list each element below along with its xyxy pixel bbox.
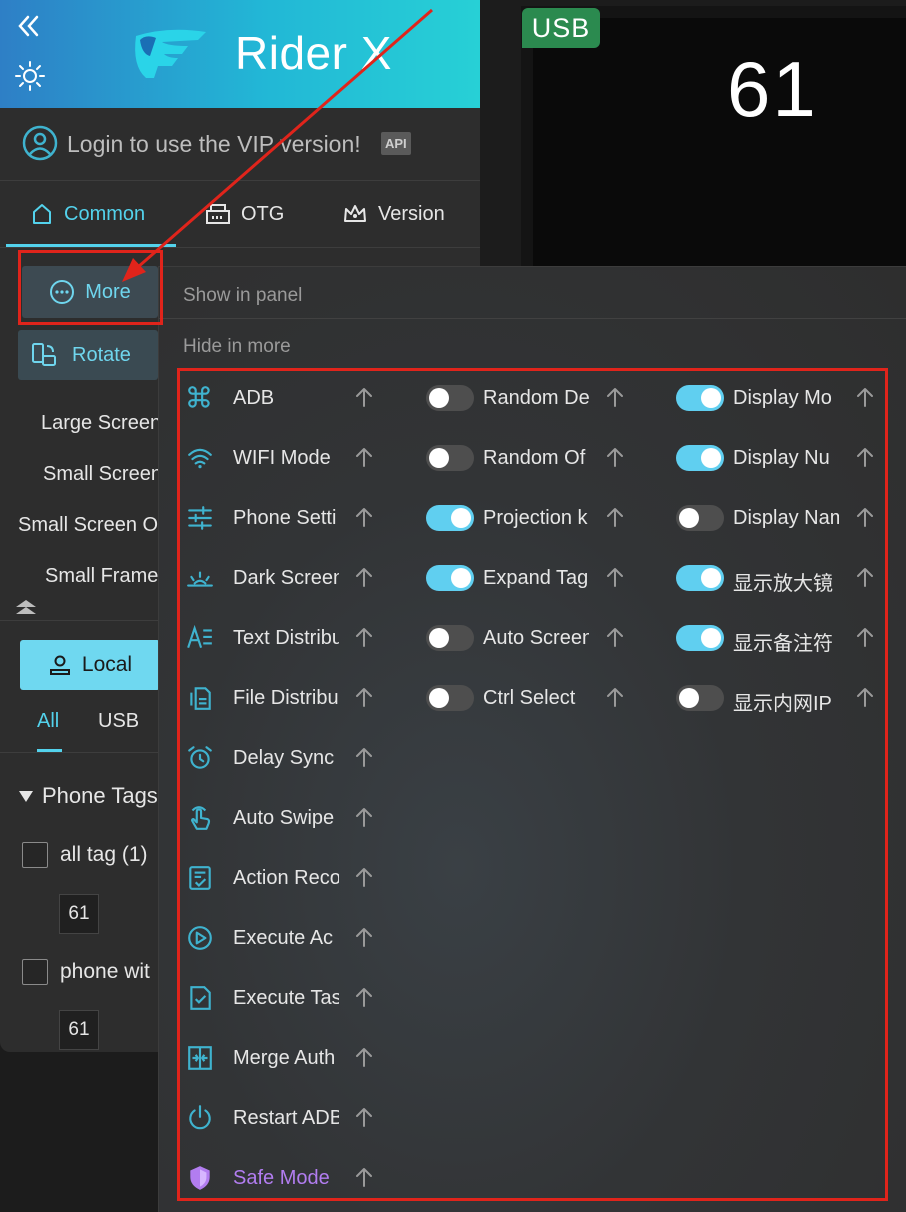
- layout-item[interactable]: Small Screen O: [18, 514, 158, 537]
- theme-sun-icon[interactable]: [14, 60, 46, 92]
- usb-badge: USB: [522, 8, 600, 48]
- divider: [159, 318, 906, 319]
- user-avatar-icon: [22, 125, 58, 161]
- hide-in-more-heading: Hide in more: [183, 336, 291, 357]
- app-header: Rider X: [0, 0, 480, 108]
- login-bar[interactable]: Login to use the VIP version! API: [0, 108, 480, 181]
- tab-label: Common: [64, 202, 146, 225]
- tab-version[interactable]: Version: [342, 182, 445, 246]
- caret-down-icon: [18, 789, 34, 803]
- tab-label: Version: [378, 202, 445, 225]
- tag-checkbox[interactable]: [22, 959, 48, 985]
- subtab-all[interactable]: All: [37, 710, 59, 733]
- rotate-icon: [30, 341, 58, 369]
- phone-tags-heading[interactable]: Phone Tags: [18, 783, 158, 809]
- device-chip[interactable]: 61: [59, 1010, 99, 1050]
- show-in-panel-heading: Show in panel: [183, 285, 303, 306]
- rotate-button[interactable]: Rotate: [18, 330, 158, 380]
- rotate-label: Rotate: [72, 343, 131, 366]
- local-button[interactable]: Local: [20, 640, 160, 690]
- device-number: 61: [727, 45, 818, 133]
- person-icon: [48, 653, 72, 677]
- login-prompt[interactable]: Login to use the VIP version!: [67, 131, 361, 158]
- usb-drive-icon: [205, 202, 231, 226]
- device-display: [533, 18, 906, 266]
- local-label: Local: [81, 653, 133, 676]
- tab-otg[interactable]: OTG: [205, 182, 284, 246]
- device-chip[interactable]: 61: [59, 894, 99, 934]
- app-logo-icon: [128, 26, 210, 80]
- app-title: Rider X: [235, 27, 392, 79]
- layout-item[interactable]: Large Screen: [41, 412, 161, 435]
- annotation-more-box: [18, 250, 163, 325]
- collapse-up-icon[interactable]: [14, 598, 38, 616]
- divider: [0, 247, 480, 248]
- home-icon: [30, 202, 54, 226]
- tag-checkbox[interactable]: [22, 842, 48, 868]
- tag-label: phone wit: [60, 960, 150, 983]
- tab-common[interactable]: Common: [30, 182, 145, 246]
- layout-item[interactable]: Small Frame: [45, 565, 158, 588]
- annotation-box: [177, 368, 888, 1201]
- tag-label: all tag (1): [60, 843, 148, 866]
- tab-label: OTG: [241, 202, 285, 225]
- crown-icon: [342, 202, 368, 226]
- layout-item[interactable]: Small Screen: [43, 463, 162, 486]
- phone-tags-label: Phone Tags: [42, 783, 158, 808]
- collapse-icon[interactable]: [14, 12, 42, 40]
- api-badge: API: [381, 132, 411, 155]
- subtab-usb[interactable]: USB: [98, 710, 139, 733]
